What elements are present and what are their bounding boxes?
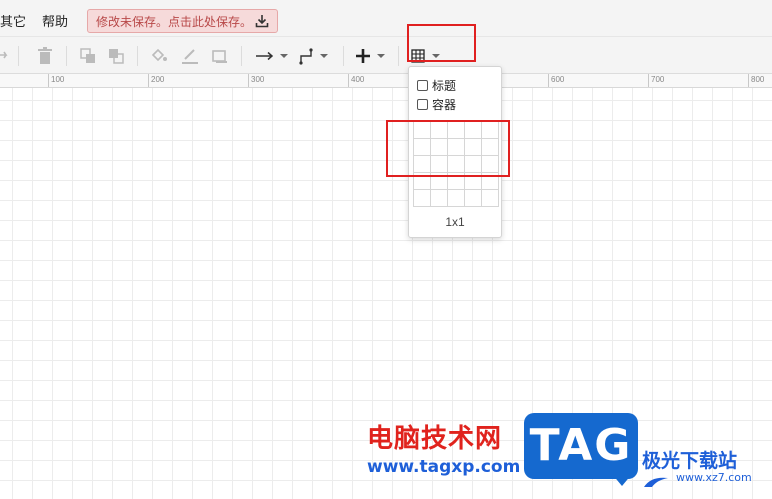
download-icon <box>255 15 269 28</box>
container-checkbox-label: 容器 <box>432 98 457 112</box>
title-checkbox-option[interactable]: 标题 <box>417 77 456 94</box>
container-checkbox[interactable] <box>417 99 428 110</box>
ruler-label: 400 <box>351 75 365 84</box>
table-dropdown: 标题 容器 1x1 <box>408 66 502 238</box>
toolbar-separator <box>241 46 242 66</box>
watermark-url: www.tagxp.com <box>367 457 521 477</box>
ruler-label: 200 <box>151 75 165 84</box>
unsaved-notice-text: 修改未保存。点击此处保存。 <box>96 14 253 29</box>
ruler-tick <box>48 74 49 87</box>
ruler-tick <box>248 74 249 87</box>
unsaved-notice-button[interactable]: 修改未保存。点击此处保存。 <box>87 9 278 33</box>
ruler-label: 700 <box>651 75 665 84</box>
watermark-tag-logo: TAG <box>524 413 638 479</box>
watermark-tag-tail <box>612 474 632 486</box>
watermark-site-url: www.xz7.com <box>676 471 752 484</box>
ruler-tick <box>348 74 349 87</box>
ruler-label: 800 <box>751 75 765 84</box>
container-checkbox-option[interactable]: 容器 <box>417 96 456 113</box>
shadow-icon[interactable] <box>212 47 228 65</box>
line-color-icon[interactable] <box>181 47 199 65</box>
waypoints-icon[interactable] <box>299 47 331 65</box>
toolbar <box>0 36 772 74</box>
title-checkbox-label: 标题 <box>432 79 457 93</box>
menu-other[interactable]: 其它 <box>0 11 26 30</box>
ruler-tick <box>648 74 649 87</box>
insert-icon[interactable] <box>356 47 388 65</box>
toolbar-separator <box>343 46 344 66</box>
ruler-tick <box>148 74 149 87</box>
ruler-label: 100 <box>51 75 65 84</box>
to-back-icon[interactable] <box>108 47 124 65</box>
horizontal-ruler: 100 200 300 400 500 600 700 800 <box>0 74 772 88</box>
watermark-site-name: 极光下载站 <box>642 450 738 472</box>
menu-bar: 其它 帮助 修改未保存。点击此处保存。 <box>0 0 772 36</box>
ruler-label: 600 <box>551 75 565 84</box>
connection-style-icon[interactable] <box>255 47 289 65</box>
ruler-label: 300 <box>251 75 265 84</box>
menu-help[interactable]: 帮助 <box>42 11 68 30</box>
toolbar-separator <box>66 46 67 66</box>
ruler-tick <box>548 74 549 87</box>
toolbar-separator <box>398 46 399 66</box>
title-checkbox[interactable] <box>417 80 428 91</box>
redo-icon[interactable] <box>0 47 10 65</box>
fill-color-icon[interactable] <box>150 47 168 65</box>
toolbar-separator <box>18 46 19 66</box>
to-front-icon[interactable] <box>80 47 96 65</box>
watermark-cn-text: 电脑技术网 <box>367 424 503 454</box>
table-size-label: 1x1 <box>445 215 465 229</box>
table-size-picker[interactable] <box>413 121 499 207</box>
delete-icon[interactable] <box>37 47 53 65</box>
toolbar-separator <box>137 46 138 66</box>
site-logo-icon <box>644 477 668 487</box>
ruler-tick <box>748 74 749 87</box>
table-icon[interactable] <box>411 47 443 65</box>
